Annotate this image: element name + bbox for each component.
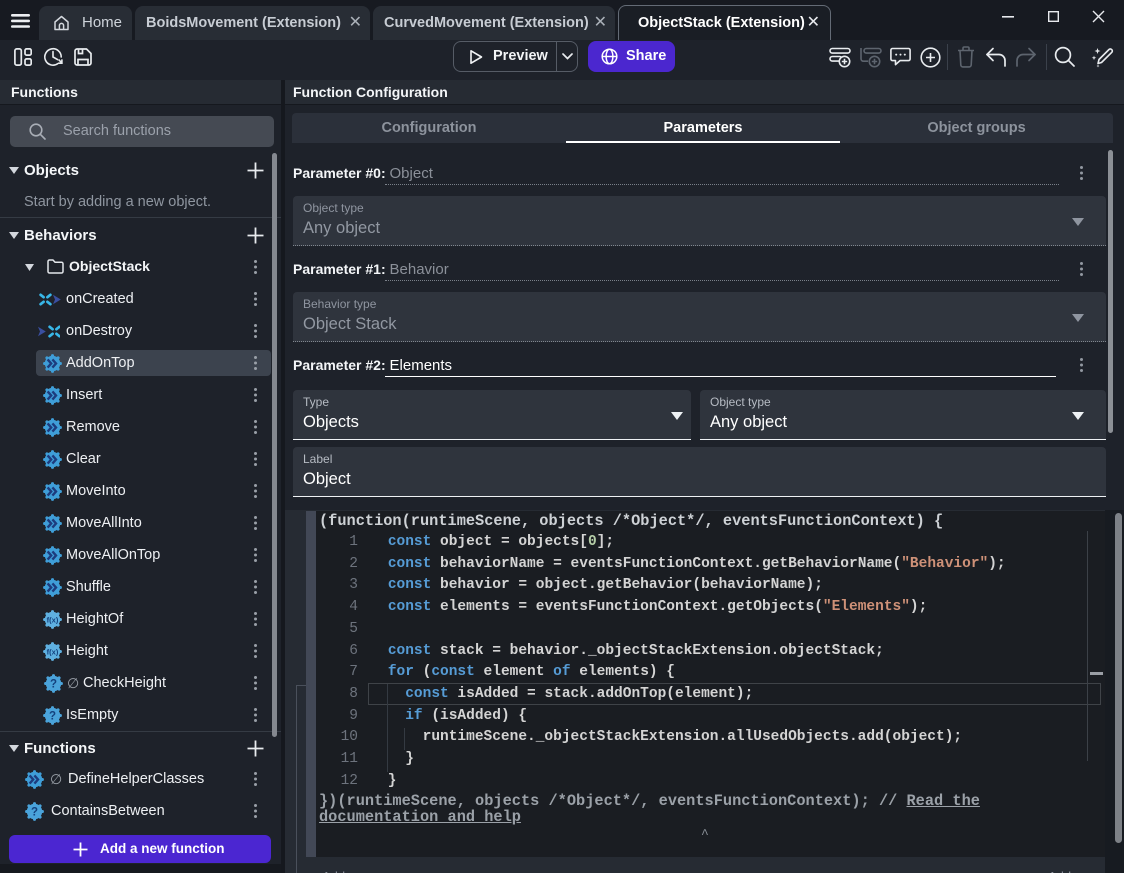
svg-text:?: ? xyxy=(49,711,56,723)
svg-text:?: ? xyxy=(31,807,38,819)
svg-text:f(x): f(x) xyxy=(47,647,59,656)
svg-text:f(x): f(x) xyxy=(47,615,59,624)
svg-text:?: ? xyxy=(50,679,57,691)
